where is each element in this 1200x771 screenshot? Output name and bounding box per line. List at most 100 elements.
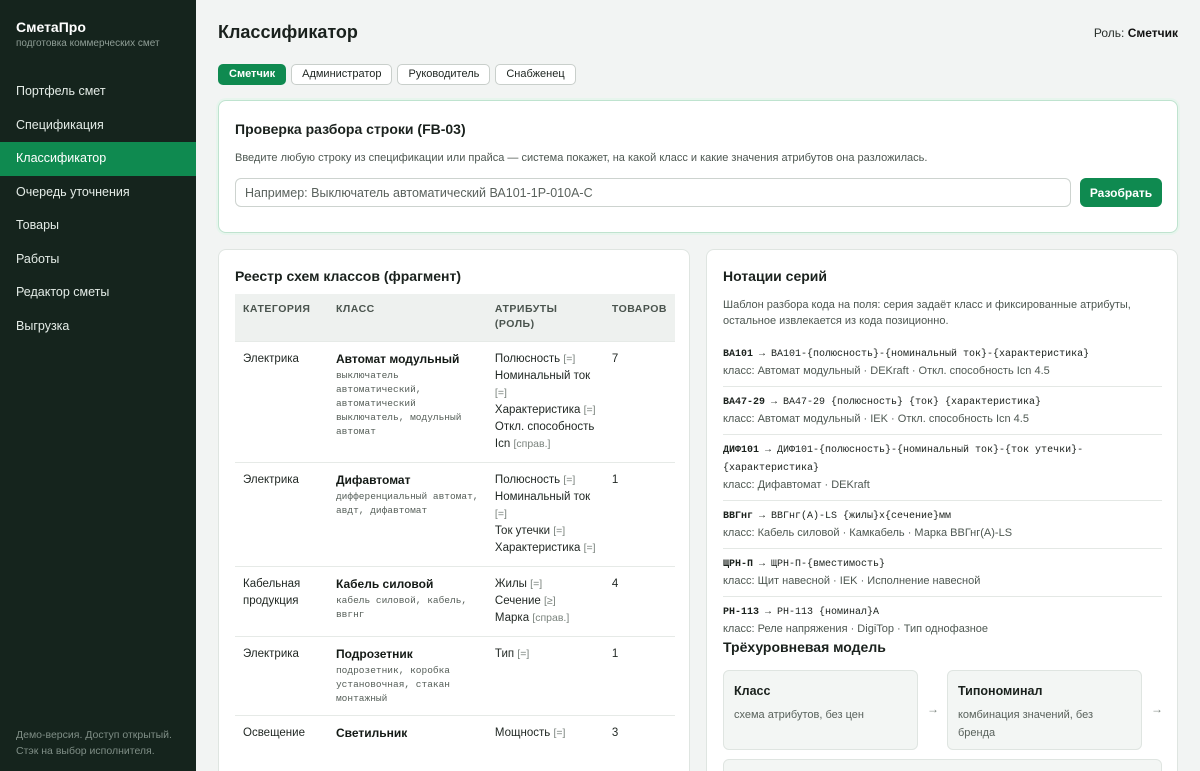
series-item: ВА47-29 → ВА47-29 {полюсность} {ток} {ха… <box>723 394 1162 435</box>
attribute-role: [=] <box>494 508 507 520</box>
attribute-name: Марка <box>494 612 530 624</box>
attribute: Тип [=] <box>495 646 596 663</box>
attribute-role: [справ.] <box>513 438 551 450</box>
attributes-cell: Полюсность [=] Номинальный ток [=] Ток у… <box>486 462 604 567</box>
table-row[interactable]: Освещение Светильник Мощность [=] 3 <box>235 715 675 751</box>
notations-description: Шаблон разбора кода на поля: серия задаё… <box>723 299 1131 327</box>
role-tab-supplier[interactable]: Снабженец <box>495 64 576 85</box>
attribute: Сечение [≥] <box>495 593 596 610</box>
series-code: ВА47-29 <box>723 397 766 408</box>
role-indicator: Роль: Сметчик <box>1094 26 1178 40</box>
sidebar-item-goods[interactable]: Товары <box>0 209 196 243</box>
goods-count-cell: 7 <box>603 341 675 463</box>
column-header-class: КЛАСС <box>327 294 487 342</box>
attribute: Откл. способность Icn [справ.] <box>495 419 596 453</box>
arrow-right-icon: → <box>1151 702 1163 716</box>
role-tab-estimator[interactable]: Сметчик <box>218 64 287 85</box>
series-class: класс: Дифавтомат · DEKraft <box>723 479 870 491</box>
table-row[interactable]: Электрика Подрозетник подрозетник, короб… <box>235 636 675 716</box>
series-pattern: ВА101 → ВА101-{полюсность}-{номинальный … <box>723 346 1162 364</box>
attribute-name: Номинальный ток <box>494 491 591 503</box>
table-header-row: КАТЕГОРИЯ КЛАСС АТРИБУТЫ (РОЛЬ) ТОВАРОВ <box>235 294 675 342</box>
attribute-name: Тип <box>494 648 515 660</box>
goods-count-cell: 3 <box>603 715 675 751</box>
model-title: Трёхуровневая модель <box>723 639 886 655</box>
attribute-name: Полюсность <box>494 353 561 365</box>
series-item: ЩРН-П → ЩРН-П-{вместимость} класс: Щит н… <box>723 556 1162 597</box>
table-row[interactable]: Электрика Дифавтомат дифференциальный ав… <box>235 462 675 567</box>
series-pattern: ЩРН-П → ЩРН-П-{вместимость} <box>723 556 1162 574</box>
attribute-name: Полюсность <box>494 474 561 486</box>
attribute-role: [справ.] <box>532 612 570 624</box>
sidebar-item-estimate-editor[interactable]: Редактор сметы <box>0 276 196 310</box>
class-name: Дифавтомат <box>335 473 411 487</box>
role-tabs: Сметчик Администратор Руководитель Снабж… <box>218 64 576 85</box>
series-pattern: ДИФ101 → ДИФ101-{полюсность}-{номинальны… <box>723 442 1162 478</box>
role-value: Сметчик <box>1127 26 1178 40</box>
sidebar-item-portfolio[interactable]: Портфель смет <box>0 75 196 109</box>
attribute: Жилы [=] <box>495 576 596 593</box>
attribute: Номинальный ток [=] <box>495 368 596 402</box>
model-level-desc: схема атрибутов, без цен <box>734 709 864 721</box>
sidebar-footer: Демо-версия. Доступ открытый. Стэк на вы… <box>16 728 186 759</box>
role-tab-administrator[interactable]: Администратор <box>291 64 393 85</box>
attribute: Полюсность [=] <box>495 351 596 368</box>
sidebar-item-classifier[interactable]: Классификатор <box>0 142 196 176</box>
category-cell: Освещение <box>235 715 328 751</box>
class-name: Автомат модульный <box>335 352 460 366</box>
class-name: Кабель силовой <box>335 577 434 591</box>
series-code: ВА101 <box>723 349 754 360</box>
sidebar-nav: Портфель смет Спецификация Классификатор… <box>0 75 196 343</box>
model-level-title: Класс <box>734 684 771 698</box>
sidebar-item-clarification-queue[interactable]: Очередь уточнения <box>0 176 196 210</box>
table-row[interactable]: Кабельная продукция Кабель силовой кабел… <box>235 566 675 637</box>
sidebar-item-specification[interactable]: Спецификация <box>0 109 196 143</box>
column-header-attributes: АТРИБУТЫ (РОЛЬ) <box>486 294 604 342</box>
series-pattern: ВА47-29 → ВА47-29 {полюсность} {ток} {ха… <box>723 394 1162 412</box>
goods-count-cell: 1 <box>603 636 675 716</box>
parse-check-title: Проверка разбора строки (FB-03) <box>235 121 466 137</box>
attribute-name: Мощность <box>494 727 551 739</box>
series-code: ЩРН-П <box>723 559 754 570</box>
series-template: → РН-113 {номинал}А <box>759 607 880 618</box>
role-label: Роль: <box>1093 26 1125 40</box>
brand: СметаПро подготовка коммерческих смет <box>16 19 160 50</box>
table-row[interactable]: Электрика Автомат модульный выключатель … <box>235 341 675 463</box>
attributes-cell: Полюсность [=] Номинальный ток [=] Харак… <box>486 341 604 463</box>
attributes-cell: Тип [=] <box>486 636 604 716</box>
attribute-role: [=] <box>517 648 530 660</box>
attribute-role: [=] <box>583 404 596 416</box>
parse-string-input[interactable] <box>235 178 1071 207</box>
class-synonyms: дифференциальный автомат, авдт, дифавтом… <box>335 491 479 516</box>
column-header-goods-count: ТОВАРОВ <box>603 294 675 342</box>
series-class: класс: Автомат модульный · IEK · Откл. с… <box>723 413 1029 425</box>
attribute: Номинальный ток [=] <box>495 489 596 523</box>
attribute-name: Ток утечки <box>494 525 551 537</box>
series-item: ВВГнг → ВВГнг(А)-LS {жилы}x{сечение}мм к… <box>723 508 1162 549</box>
series-class: класс: Щит навесной · IEK · Исполнение н… <box>723 575 981 587</box>
sidebar: СметаПро подготовка коммерческих смет По… <box>0 0 196 771</box>
series-class: класс: Кабель силовой · Камкабель · Марк… <box>723 527 1013 539</box>
role-tab-manager[interactable]: Руководитель <box>397 64 491 85</box>
parse-button[interactable]: Разобрать <box>1080 178 1162 207</box>
attribute-role: [=] <box>563 353 576 365</box>
sidebar-item-works[interactable]: Работы <box>0 243 196 277</box>
attribute-role: [=] <box>563 474 576 486</box>
class-synonyms: подрозетник, коробка установочная, стака… <box>335 665 451 704</box>
model-level-type: Типономинал комбинация значений, без бре… <box>947 670 1142 750</box>
goods-count-cell: 4 <box>603 566 675 637</box>
series-list: ВА101 → ВА101-{полюсность}-{номинальный … <box>723 346 1162 651</box>
sidebar-footer-stack: Стэк на выбор исполнителя. <box>16 744 155 757</box>
attribute: Полюсность [=] <box>495 472 596 489</box>
category-cell: Электрика <box>235 341 328 463</box>
attributes-cell: Жилы [=] Сечение [≥] Марка [справ.] <box>486 566 604 637</box>
attribute-name: Номинальный ток <box>494 370 591 382</box>
attribute: Марка [справ.] <box>495 610 596 627</box>
attribute-role: [=] <box>530 578 543 590</box>
attribute: Характеристика [=] <box>495 540 596 557</box>
attribute-role: [=] <box>583 542 596 554</box>
sidebar-footer-demo: Демо-версия. Доступ открытый. <box>16 729 172 741</box>
attribute-name: Характеристика <box>494 542 581 554</box>
parse-check-card: Проверка разбора строки (FB-03) Введите … <box>218 100 1178 233</box>
sidebar-item-export[interactable]: Выгрузка <box>0 310 196 344</box>
